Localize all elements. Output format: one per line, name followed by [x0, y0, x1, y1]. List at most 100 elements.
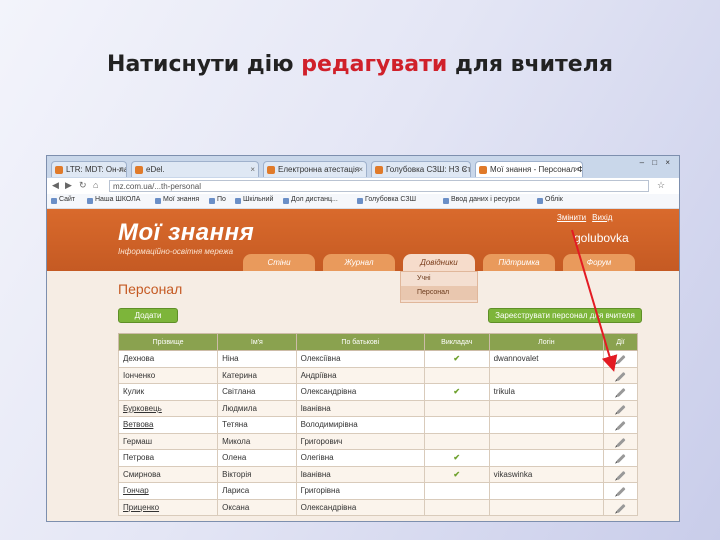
bookmark-item[interactable]: Голубовка СЗШ: [357, 196, 416, 204]
browser-tab[interactable]: Голубовка СЗШ: НЗ Ступ ×: [371, 161, 471, 177]
close-icon[interactable]: ×: [574, 162, 579, 177]
edit-pencil-icon[interactable]: [615, 454, 626, 464]
edit-pencil-icon[interactable]: [615, 437, 626, 447]
menu-journal[interactable]: Журнал: [323, 254, 395, 271]
table-row: Гончар Лариса Григорівна: [117, 482, 638, 500]
edit-pencil-icon[interactable]: [615, 470, 626, 480]
cell-actions: [603, 366, 638, 384]
close-icon[interactable]: ×: [358, 162, 363, 177]
menu-directories[interactable]: Довідники: [403, 254, 475, 271]
cell-name: Людмила: [217, 399, 297, 417]
bookmark-item[interactable]: Шкільний: [235, 196, 273, 204]
browser-tab[interactable]: eDel. ×: [131, 161, 259, 177]
change-link[interactable]: Змінити: [557, 213, 586, 222]
cell-actions: [603, 449, 638, 467]
cell-name: Оксана: [217, 498, 297, 516]
logout-link[interactable]: Вихід: [592, 213, 612, 222]
col-login: Логін: [488, 333, 605, 351]
check-icon: ✔: [453, 453, 461, 463]
table-row: Дехнова Ніна Олексіївна ✔ dwannovalet: [117, 350, 638, 368]
edit-pencil-icon[interactable]: [615, 404, 626, 414]
dropdown-item-staff[interactable]: Персонал: [401, 286, 477, 300]
favicon-icon: [375, 166, 383, 174]
cell-actions: [603, 350, 638, 368]
back-icon[interactable]: ◀: [52, 180, 59, 191]
close-icon[interactable]: ×: [250, 162, 255, 177]
cell-surname[interactable]: Гермаш: [117, 432, 219, 450]
close-icon[interactable]: ×: [118, 162, 123, 177]
browser-tab[interactable]: Електронна атестація ×: [263, 161, 367, 177]
bookmarks-bar: Сайт Наша ШКОЛА Мої знання По Шкільний Д…: [47, 194, 679, 209]
cell-surname[interactable]: Ветвова: [117, 416, 219, 434]
site-logo[interactable]: Мої знання: [118, 219, 254, 247]
browser-tab-active[interactable]: Мої знання - Персонал Фол ×: [475, 161, 583, 177]
cell-teacher: ✔: [423, 383, 490, 401]
edit-pencil-icon[interactable]: [615, 355, 626, 365]
cell-surname[interactable]: Бурковець: [117, 399, 219, 417]
cell-surname[interactable]: Петрова: [117, 449, 219, 467]
cell-teacher: [423, 482, 490, 500]
bookmark-item[interactable]: Ввод даних і ресурси: [443, 196, 520, 204]
col-surname[interactable]: Прізвище: [117, 333, 219, 351]
cell-login: [488, 432, 605, 450]
cell-name: Микола: [217, 432, 297, 450]
title-text-end: для вчителя: [447, 52, 613, 77]
cell-login: [488, 482, 605, 500]
check-icon: ✔: [453, 387, 461, 397]
edit-pencil-icon[interactable]: [615, 388, 626, 398]
cell-patronymic: Олександрівна: [295, 383, 425, 401]
cell-surname[interactable]: Дехнова: [117, 350, 219, 368]
table-row: Гермаш Микола Григорович: [117, 432, 638, 450]
slide-title: Натиснути дію редагувати для вчителя: [0, 52, 720, 77]
cell-name: Олена: [217, 449, 297, 467]
page-title: Персонал: [118, 281, 183, 297]
bookmark-item[interactable]: Облік: [537, 196, 563, 204]
bookmark-item[interactable]: Сайт: [51, 196, 75, 204]
forward-icon[interactable]: ▶: [65, 180, 72, 191]
cell-teacher: ✔: [423, 350, 490, 368]
reload-icon[interactable]: ↻: [79, 180, 87, 191]
cell-surname[interactable]: Гончар: [117, 482, 219, 500]
directories-dropdown: Учні Персонал: [400, 271, 478, 303]
bookmark-item[interactable]: По: [209, 196, 226, 204]
browser-tab[interactable]: LTR: MDT: Он-лайн-режим Учебн×: [51, 161, 127, 177]
cell-actions: [603, 416, 638, 434]
window-controls[interactable]: – □ ×: [640, 158, 673, 167]
cell-patronymic: Іванівна: [295, 399, 425, 417]
cell-name: Ніна: [217, 350, 297, 368]
cell-surname[interactable]: Кулик: [117, 383, 219, 401]
address-bar[interactable]: mz.com.ua/...th-personal: [109, 180, 649, 192]
cell-name: Вікторія: [217, 465, 297, 483]
register-staff-button[interactable]: Зареєструвати персонал для вчителя: [488, 308, 642, 323]
star-icon[interactable]: ☆: [657, 180, 665, 191]
cell-patronymic: Григорович: [295, 432, 425, 450]
home-icon[interactable]: ⌂: [93, 180, 98, 190]
edit-pencil-icon[interactable]: [615, 487, 626, 497]
bookmark-item[interactable]: Дол дистанц...: [283, 196, 338, 204]
cell-name: Світлана: [217, 383, 297, 401]
bookmark-item[interactable]: Наша ШКОЛА: [87, 196, 140, 204]
title-highlight: редагувати: [301, 52, 448, 77]
cell-name: Катерина: [217, 366, 297, 384]
cell-actions: [603, 432, 638, 450]
menu-support[interactable]: Підтримка: [483, 254, 555, 271]
edit-pencil-icon[interactable]: [615, 421, 626, 431]
cell-patronymic: Іванівна: [295, 465, 425, 483]
add-button[interactable]: Додати: [118, 308, 178, 323]
browser-screenshot: LTR: MDT: Он-лайн-режим Учебн× eDel.× Ел…: [46, 155, 680, 522]
title-text: Натиснути дію: [107, 52, 302, 77]
menu-walls[interactable]: Стіни: [243, 254, 315, 271]
dropdown-item-students[interactable]: Учні: [401, 272, 477, 286]
cell-patronymic: Андріївна: [295, 366, 425, 384]
cell-surname[interactable]: Смирнова: [117, 465, 219, 483]
bookmark-item[interactable]: Мої знання: [155, 196, 199, 204]
cell-patronymic: Олександрівна: [295, 498, 425, 516]
cell-surname[interactable]: Іонченко: [117, 366, 219, 384]
close-icon[interactable]: ×: [462, 162, 467, 177]
cell-login: [488, 416, 605, 434]
cell-surname[interactable]: Приценко: [117, 498, 219, 516]
edit-pencil-icon[interactable]: [615, 503, 626, 513]
menu-forum[interactable]: Форум: [563, 254, 635, 271]
cell-login: trikula: [488, 383, 605, 401]
edit-pencil-icon[interactable]: [615, 371, 626, 381]
